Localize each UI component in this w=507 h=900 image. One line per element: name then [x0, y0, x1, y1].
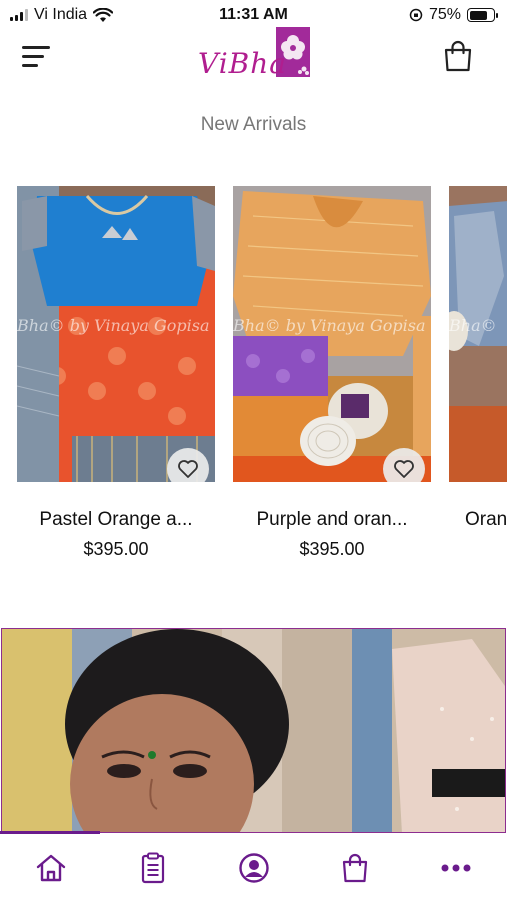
nav-account[interactable] [234, 848, 274, 888]
boutique-video-frame [2, 629, 505, 832]
image-watermark: Bha© by Vinaya Gopisa [17, 316, 210, 335]
image-watermark: Bha© [449, 316, 497, 335]
battery-group: 75% [409, 6, 498, 24]
product-carousel[interactable]: Bha© by Vinaya Gopisa Pastel Orange a...… [0, 186, 507, 566]
account-icon [239, 853, 269, 883]
product-price: $395.00 [299, 539, 365, 559]
shopping-bag-button[interactable] [443, 40, 473, 72]
heart-icon [178, 460, 198, 478]
menu-line [22, 46, 50, 49]
hamburger-menu-button[interactable] [22, 44, 52, 70]
product-title[interactable]: Pastel Orange a... [0, 509, 235, 531]
orders-clipboard-icon [141, 852, 165, 884]
product-title[interactable]: Purple and oran... [213, 509, 451, 531]
nav-home[interactable] [31, 848, 71, 888]
app-header: ViBha [0, 27, 507, 90]
nav-cart[interactable] [335, 848, 375, 888]
menu-line [22, 55, 44, 58]
product-card[interactable]: Bha© by Vinaya Gopisa Pastel Orange a...… [17, 186, 215, 559]
product-price: $395.00 [83, 539, 149, 559]
video-banner[interactable] [1, 628, 506, 833]
image-watermark: Bha© by Vinaya Gopisa [233, 316, 426, 335]
heart-icon [394, 460, 414, 478]
more-icon [441, 864, 471, 872]
status-bar: Vi India 11:31 AM 75% [0, 0, 507, 30]
nav-more[interactable] [436, 848, 476, 888]
menu-line [22, 64, 38, 67]
product-title[interactable]: Oran [465, 509, 507, 531]
vibha-logo[interactable]: ViBha [198, 27, 313, 81]
section-title: New Arrivals [200, 114, 307, 135]
bottom-navigation [0, 834, 507, 900]
product-image[interactable]: Bha© [449, 186, 507, 482]
home-icon [36, 854, 66, 882]
nav-orders[interactable] [133, 848, 173, 888]
orientation-lock-icon [409, 8, 423, 22]
logo-text: ViBha [198, 47, 287, 80]
product-image[interactable]: Bha© by Vinaya Gopisa [233, 186, 431, 482]
shopping-bag-icon [342, 853, 368, 883]
battery-fill [469, 10, 487, 20]
battery-percent: 75% [428, 6, 461, 23]
favorite-button[interactable] [383, 448, 425, 482]
battery-icon [467, 8, 498, 22]
product-card[interactable]: Bha© Oran [449, 186, 507, 530]
favorite-button[interactable] [167, 448, 209, 482]
product-card[interactable]: Bha© by Vinaya Gopisa Purple and oran...… [233, 186, 431, 559]
shopping-bag-icon [444, 40, 472, 72]
product-image[interactable]: Bha© by Vinaya Gopisa [17, 186, 215, 482]
